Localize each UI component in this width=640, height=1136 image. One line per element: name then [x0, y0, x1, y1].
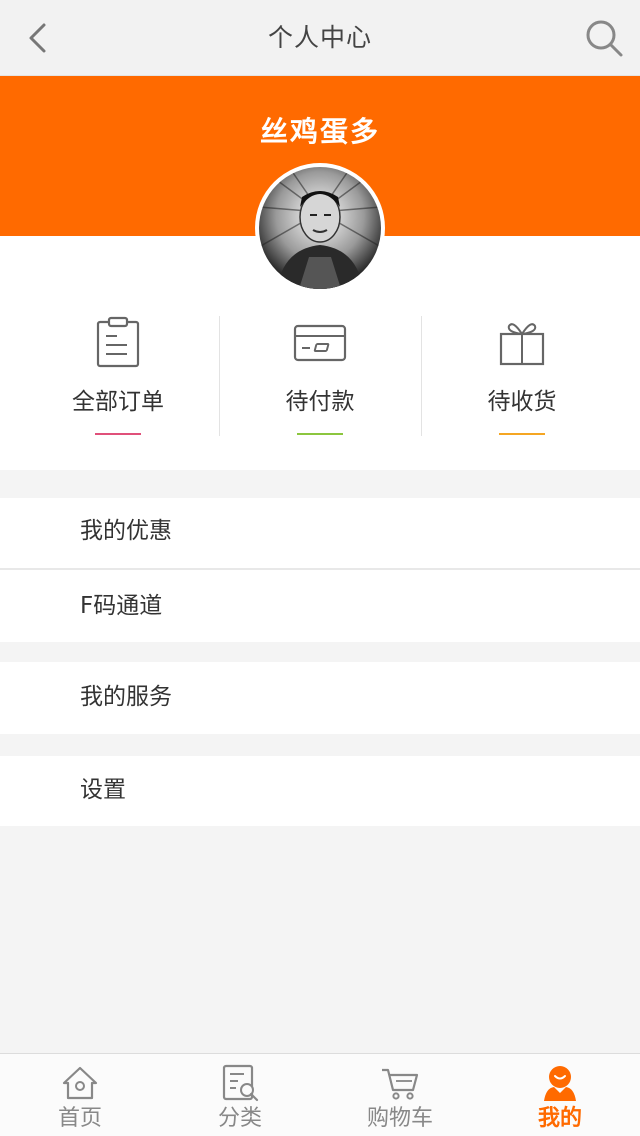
all-orders-button[interactable]: 全部订单 — [18, 300, 218, 450]
menu-item-coupons[interactable]: 我的优惠 — [0, 498, 640, 568]
tab-home[interactable]: 首页 — [0, 1054, 160, 1136]
tab-label: 首页 — [57, 1106, 102, 1131]
tab-cart[interactable]: 购物车 — [320, 1054, 480, 1136]
pending-receipt-button[interactable]: 待收货 — [422, 300, 622, 450]
pending-payment-button[interactable]: 待付款 — [220, 300, 420, 450]
tab-label: 购物车 — [366, 1106, 433, 1131]
menu-item-label: F码通道 — [80, 593, 163, 619]
cart-icon — [380, 1063, 420, 1103]
bottom-tab-bar: 首页 分类 购物车 我的 — [0, 1053, 640, 1136]
user-icon — [540, 1063, 580, 1103]
menu-item-label: 设置 — [80, 777, 126, 803]
tab-mine[interactable]: 我的 — [480, 1054, 640, 1136]
top-nav-bar: 个人中心 — [0, 0, 640, 76]
tab-category[interactable]: 分类 — [160, 1054, 320, 1136]
tab-label: 我的 — [537, 1106, 582, 1131]
divider — [219, 316, 220, 436]
order-label: 待收货 — [487, 389, 557, 415]
menu-item-services[interactable]: 我的服务 — [0, 662, 640, 734]
gift-icon — [495, 316, 549, 370]
page-title: 个人中心 — [267, 23, 372, 52]
order-label: 全部订单 — [72, 389, 164, 415]
order-label: 待付款 — [285, 389, 355, 415]
tab-label: 分类 — [217, 1106, 262, 1131]
menu-item-fcode[interactable]: F码通道 — [0, 570, 640, 642]
credit-card-icon — [293, 316, 347, 370]
divider — [421, 316, 422, 436]
category-search-icon — [220, 1063, 260, 1103]
username: 丝鸡蛋多 — [259, 115, 380, 148]
order-underline — [95, 433, 141, 435]
menu-item-settings[interactable]: 设置 — [0, 756, 640, 826]
order-underline — [499, 433, 545, 435]
home-icon — [60, 1063, 100, 1103]
avatar-image — [259, 167, 381, 289]
order-underline — [297, 433, 343, 435]
avatar[interactable] — [255, 163, 385, 293]
clipboard-icon — [91, 316, 145, 370]
search-icon[interactable] — [580, 14, 628, 62]
menu-item-label: 我的服务 — [80, 684, 172, 710]
menu-item-label: 我的优惠 — [80, 518, 172, 544]
order-shortcuts: 全部订单 待付款 待收货 — [0, 300, 640, 450]
